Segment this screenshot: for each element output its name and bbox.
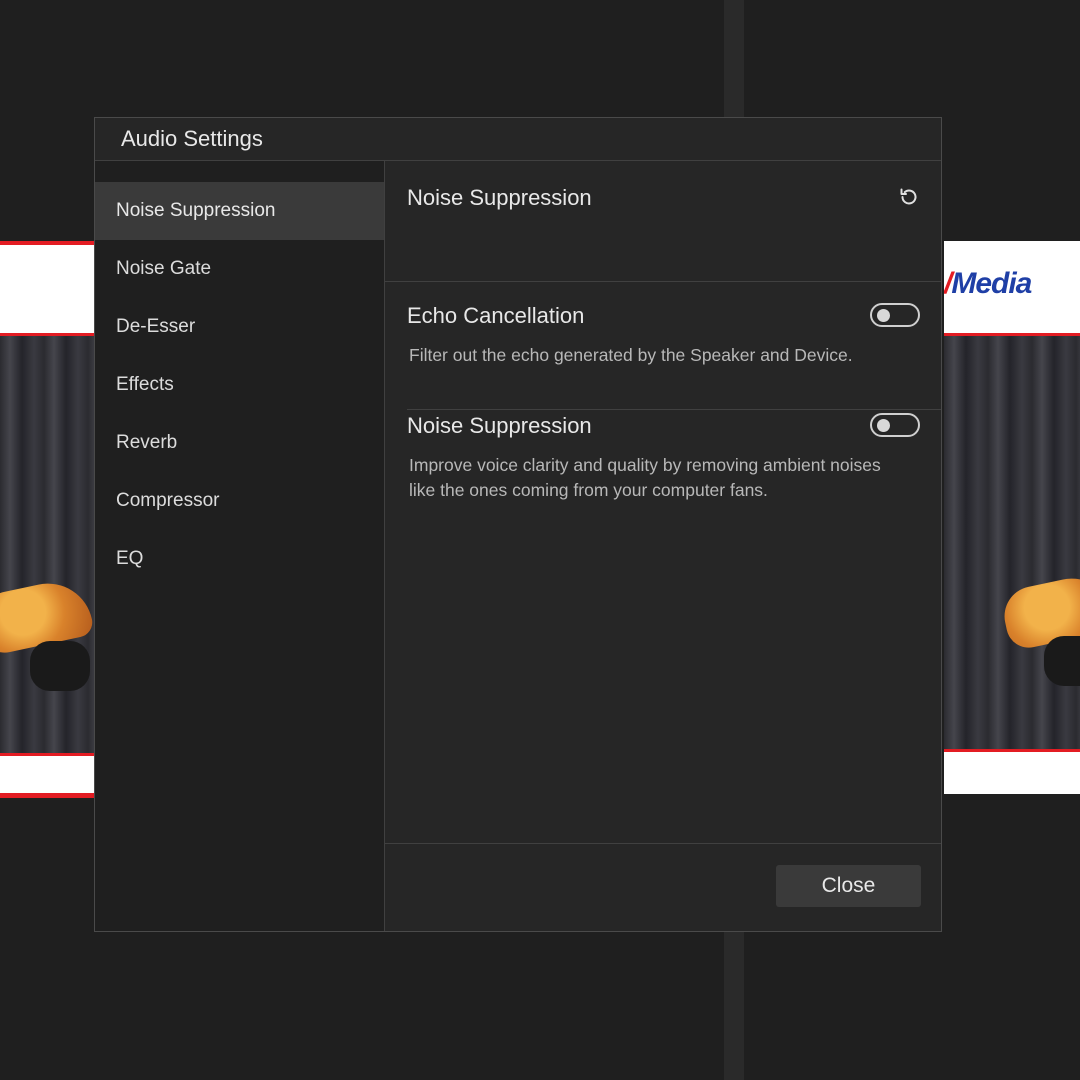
content-header: Noise Suppression [385, 161, 941, 282]
setting-title: Echo Cancellation [407, 303, 585, 328]
dialog-title-bar: Audio Settings [95, 118, 941, 161]
setting-description: Improve voice clarity and quality by rem… [409, 455, 881, 500]
dialog-footer: Close [385, 843, 941, 931]
sidebar-item-compressor[interactable]: Compressor [95, 472, 384, 530]
gloved-hand-image [1044, 636, 1080, 686]
sidebar-item-effects[interactable]: Effects [95, 356, 384, 414]
gloved-hand-image [30, 641, 90, 691]
setting-description: Filter out the echo generated by the Spe… [409, 345, 853, 365]
sidebar-item-reverb[interactable]: Reverb [95, 414, 384, 472]
reset-icon[interactable] [897, 185, 921, 209]
scene-preview-left [0, 241, 96, 798]
setting-echo-cancellation: Echo Cancellation Filter out the echo ge… [407, 301, 941, 410]
preview-red-edge-bottom [0, 793, 96, 798]
sidebar-item-de-esser[interactable]: De-Esser [95, 298, 384, 356]
preview-red-edge-top [0, 241, 96, 245]
preview-footer-band [944, 749, 1080, 794]
preview-header-band [0, 241, 96, 336]
logo-text: Media [951, 267, 1032, 300]
scene-preview-right: /Media [944, 241, 1080, 794]
brand-logo: /Media [944, 267, 1032, 301]
toggle-knob [877, 309, 890, 322]
setting-title: Noise Suppression [407, 413, 592, 438]
sidebar-item-noise-gate[interactable]: Noise Gate [95, 240, 384, 298]
preview-curtain-stage [944, 336, 1080, 752]
preview-header-band: /Media [944, 241, 1080, 336]
sidebar-item-eq[interactable]: EQ [95, 530, 384, 588]
section-title: Noise Suppression [407, 185, 592, 210]
toggle-knob [877, 419, 890, 432]
preview-curtain-stage [0, 336, 96, 756]
dialog-title: Audio Settings [121, 126, 263, 151]
sidebar-item-noise-suppression[interactable]: Noise Suppression [95, 182, 384, 240]
close-button[interactable]: Close [776, 865, 921, 907]
settings-sidebar: Noise Suppression Noise Gate De-Esser Ef… [95, 161, 385, 931]
preview-footer-band [0, 753, 96, 798]
echo-cancellation-toggle[interactable] [870, 303, 920, 327]
noise-suppression-toggle[interactable] [870, 413, 920, 437]
audio-settings-dialog: Audio Settings Noise Suppression Noise G… [94, 117, 942, 932]
setting-noise-suppression: Noise Suppression Improve voice clarity … [407, 411, 941, 521]
settings-content: Noise Suppression Echo Cancellation Filt… [385, 161, 941, 931]
